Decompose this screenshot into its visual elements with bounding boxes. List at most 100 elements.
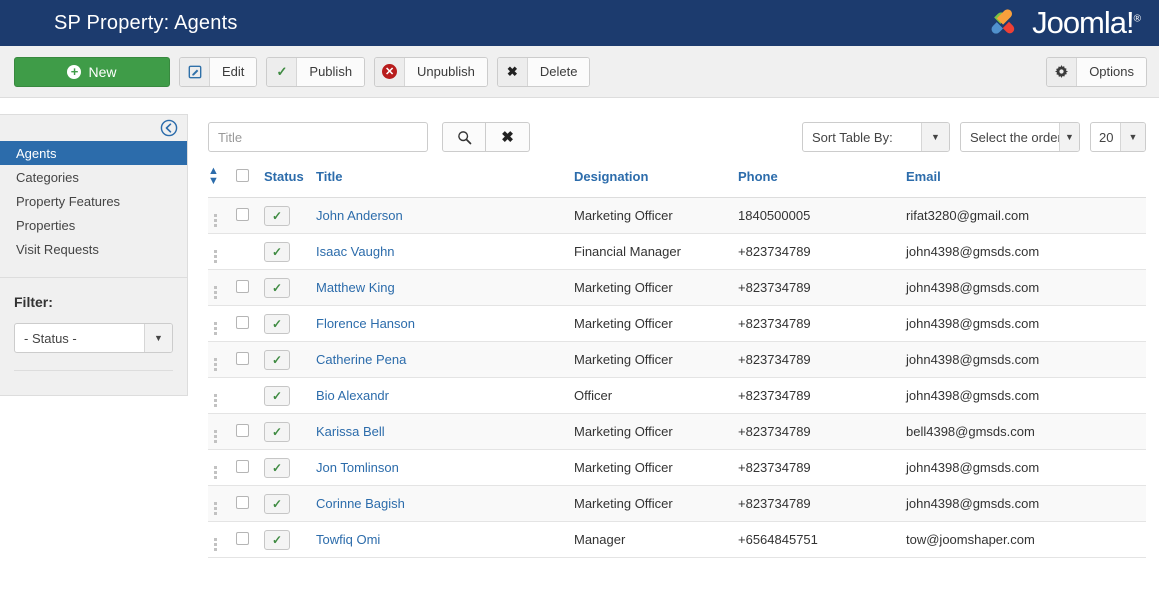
row-email-cell: john4398@gmsds.com <box>906 234 1146 270</box>
sidebar-item-properties[interactable]: Properties <box>0 213 187 237</box>
row-title-cell: Isaac Vaughn <box>316 234 574 270</box>
ordering-value: Select the ordering. <box>961 123 1059 151</box>
drag-handle-icon[interactable] <box>208 430 217 443</box>
agent-title-link[interactable]: Isaac Vaughn <box>316 244 395 259</box>
column-header-status[interactable]: Status <box>264 166 316 198</box>
drag-handle-icon[interactable] <box>208 538 217 551</box>
agent-title-link[interactable]: Towfiq Omi <box>316 532 380 547</box>
unpublish-button[interactable]: ✕ Unpublish <box>374 57 488 87</box>
row-status-cell: ✓ <box>264 234 316 270</box>
row-phone: +823734789 <box>738 280 811 295</box>
sidebar-item-agents[interactable]: Agents <box>0 141 187 165</box>
status-toggle-button[interactable]: ✓ <box>264 314 290 334</box>
row-checkbox[interactable] <box>236 352 249 365</box>
drag-handle-icon[interactable] <box>208 322 217 335</box>
row-drag-handle-cell <box>208 342 236 378</box>
row-phone: +823734789 <box>738 496 811 511</box>
row-checkbox[interactable] <box>236 532 249 545</box>
row-drag-handle-cell <box>208 234 236 270</box>
sidebar-filter-panel: Filter: - Status - ▼ <box>0 277 187 395</box>
row-designation: Manager <box>574 532 625 547</box>
check-icon: ✓ <box>272 425 282 439</box>
delete-button[interactable]: ✖ Delete <box>497 57 591 87</box>
drag-handle-icon[interactable] <box>208 214 217 227</box>
agent-title-link[interactable]: Karissa Bell <box>316 424 385 439</box>
agent-title-link[interactable]: Bio Alexandr <box>316 388 389 403</box>
drag-handle-icon[interactable] <box>208 466 217 479</box>
status-toggle-button[interactable]: ✓ <box>264 386 290 406</box>
status-toggle-button[interactable]: ✓ <box>264 494 290 514</box>
agent-title-link[interactable]: Jon Tomlinson <box>316 460 399 475</box>
row-checkbox[interactable] <box>236 460 249 473</box>
row-status-cell: ✓ <box>264 342 316 378</box>
select-all-checkbox[interactable] <box>236 169 249 182</box>
row-title-cell: Matthew King <box>316 270 574 306</box>
row-title-cell: Catherine Pena <box>316 342 574 378</box>
status-toggle-button[interactable]: ✓ <box>264 530 290 550</box>
row-phone: +823734789 <box>738 352 811 367</box>
column-header-title[interactable]: Title <box>316 166 574 198</box>
search-input[interactable] <box>208 122 428 152</box>
row-checkbox-cell <box>236 234 264 270</box>
agent-title-link[interactable]: Catherine Pena <box>316 352 406 367</box>
row-status-cell: ✓ <box>264 486 316 522</box>
sidebar-item-label: Property Features <box>16 194 120 209</box>
drag-handle-icon[interactable] <box>208 358 217 371</box>
search-group: ✖ <box>208 122 530 152</box>
list-limit-select[interactable]: 20 ▼ <box>1090 122 1146 152</box>
row-checkbox[interactable] <box>236 424 249 437</box>
unpublish-button-label: Unpublish <box>405 58 487 86</box>
row-checkbox[interactable] <box>236 496 249 509</box>
table-row: ✓Jon TomlinsonMarketing Officer+82373478… <box>208 450 1146 486</box>
sidebar-collapse-row <box>0 115 187 141</box>
brand-name-text: Joomla! <box>1032 5 1134 40</box>
arrow-circle-left-icon[interactable] <box>160 119 178 137</box>
status-toggle-button[interactable]: ✓ <box>264 242 290 262</box>
agent-title-link[interactable]: Florence Hanson <box>316 316 415 331</box>
table-row: ✓ Corinne Bagish Marketing Officer+8237347… <box>208 486 1146 522</box>
sidebar-item-visit-requests[interactable]: Visit Requests <box>0 237 187 261</box>
search-button[interactable] <box>442 122 486 152</box>
drag-handle-icon[interactable] <box>208 286 217 299</box>
agent-title-link[interactable]: Corinne Bagish <box>316 496 405 511</box>
column-header-ordering[interactable]: ▲▼ <box>208 166 236 198</box>
row-drag-handle-cell <box>208 522 236 558</box>
times-icon: ✖ <box>501 128 514 146</box>
row-phone-cell: +823734789 <box>738 270 906 306</box>
agent-title-link[interactable]: John Anderson <box>316 208 403 223</box>
ordering-select[interactable]: Select the ordering. ▼ <box>960 122 1080 152</box>
options-button[interactable]: Options <box>1046 57 1147 87</box>
column-header-designation[interactable]: Designation <box>574 166 738 198</box>
column-header-select-all <box>236 166 264 198</box>
sort-table-by-select[interactable]: Sort Table By: ▼ <box>802 122 950 152</box>
row-checkbox[interactable] <box>236 316 249 329</box>
publish-button[interactable]: ✓ Publish <box>266 57 365 87</box>
status-toggle-button[interactable]: ✓ <box>264 206 290 226</box>
row-designation: Marketing Officer <box>574 208 673 223</box>
drag-handle-icon[interactable] <box>208 394 217 407</box>
table-row: ✓Matthew KingMarketing Officer+823734789… <box>208 270 1146 306</box>
edit-button[interactable]: Edit <box>179 57 257 87</box>
column-header-email[interactable]: Email <box>906 166 1146 198</box>
row-email: bell4398@gmsds.com <box>906 424 1035 439</box>
new-button[interactable]: + New <box>14 57 170 87</box>
clear-search-button[interactable]: ✖ <box>486 122 530 152</box>
chevron-down-icon: ▼ <box>921 123 949 151</box>
status-toggle-button[interactable]: ✓ <box>264 278 290 298</box>
table-row: ✓Karissa BellMarketing Officer+823734789… <box>208 414 1146 450</box>
status-toggle-button[interactable]: ✓ <box>264 350 290 370</box>
column-header-phone[interactable]: Phone <box>738 166 906 198</box>
row-checkbox[interactable] <box>236 280 249 293</box>
row-checkbox[interactable] <box>236 208 249 221</box>
status-toggle-button[interactable]: ✓ <box>264 422 290 442</box>
row-designation-cell: Marketing Officer <box>574 486 738 522</box>
row-drag-handle-cell <box>208 378 236 414</box>
sidebar-item-property-features[interactable]: Property Features <box>0 189 187 213</box>
status-toggle-button[interactable]: ✓ <box>264 458 290 478</box>
drag-handle-icon[interactable] <box>208 502 217 515</box>
agent-title-link[interactable]: Matthew King <box>316 280 395 295</box>
check-icon: ✓ <box>272 461 282 475</box>
drag-handle-icon[interactable] <box>208 250 217 263</box>
status-filter-select[interactable]: - Status - ▼ <box>14 323 173 353</box>
sidebar-item-categories[interactable]: Categories <box>0 165 187 189</box>
